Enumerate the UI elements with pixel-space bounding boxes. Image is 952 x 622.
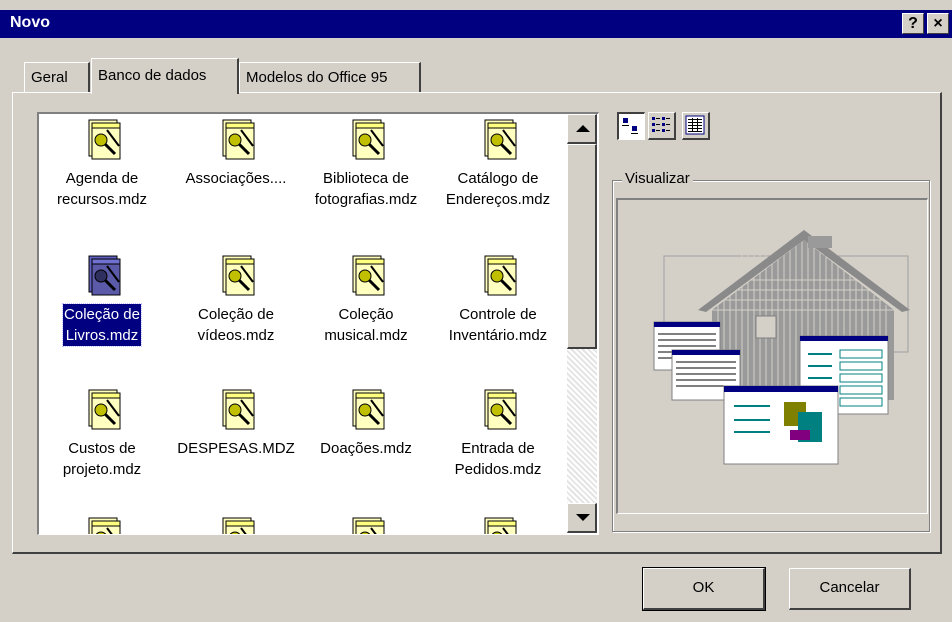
database-template-icon [484, 119, 517, 160]
details-view-button[interactable] [682, 112, 710, 140]
database-template-icon [88, 119, 121, 160]
template-item[interactable]: Associações.... [171, 116, 301, 189]
database-template-icon [88, 517, 121, 534]
database-template-icon [352, 119, 385, 160]
tab-modelos-office-95[interactable]: Modelos do Office 95 [239, 62, 421, 92]
template-item[interactable] [171, 514, 301, 534]
database-template-icon [88, 255, 121, 296]
dialog-window: Novo ? × Geral Banco de dados Modelos do… [0, 0, 952, 622]
scroll-up-button[interactable] [567, 114, 597, 144]
large-icons-view-button[interactable] [617, 112, 645, 140]
template-item-label-line: Pedidos.mdz [454, 461, 542, 478]
template-item-label-line: fotografias.mdz [314, 191, 418, 208]
template-item-label-line: Inventário.mdz [448, 327, 548, 344]
database-template-icon [222, 389, 255, 430]
template-item[interactable]: Custos de projeto.mdz [39, 386, 167, 480]
template-item[interactable]: Controle de Inventário.mdz [433, 252, 563, 346]
template-item[interactable]: Agenda de recursos.mdz [39, 116, 167, 210]
template-item-label-line: Doações.mdz [320, 440, 412, 457]
arrow-down-icon [576, 514, 590, 521]
template-item-label-line: Agenda de [65, 170, 139, 187]
database-template-icon [484, 255, 517, 296]
scroll-down-button[interactable] [567, 503, 597, 533]
template-item-label-line: Custos de [68, 440, 136, 457]
scroll-thumb[interactable] [567, 144, 597, 349]
database-template-icon [352, 517, 385, 534]
template-item-label-line: musical.mdz [324, 327, 408, 344]
template-item-label-line: Livros.mdz [65, 327, 139, 344]
arrow-up-icon [576, 125, 590, 132]
template-item-label-line: Coleção [338, 306, 394, 323]
template-item-label-line: Coleção de [64, 306, 140, 323]
template-item-label: Custos de projeto.mdz [62, 438, 142, 480]
template-item-label-line: Endereços.mdz [445, 191, 551, 208]
template-item[interactable]: DESPESAS.MDZ [171, 386, 301, 459]
database-template-icon [484, 389, 517, 430]
vertical-scrollbar[interactable] [567, 114, 597, 533]
template-item[interactable]: Doações.mdz [301, 386, 431, 459]
template-item[interactable]: Coleção de vídeos.mdz [171, 252, 301, 346]
template-item[interactable]: Biblioteca de fotografias.mdz [301, 116, 431, 210]
tab-banco-de-dados[interactable]: Banco de dados [91, 58, 239, 94]
template-item[interactable] [39, 514, 167, 534]
template-item[interactable]: Catálogo de Endereços.mdz [433, 116, 563, 210]
template-item[interactable]: Entrada de Pedidos.mdz [433, 386, 563, 480]
dialog-title: Novo [10, 14, 50, 31]
template-item-label-line: Controle de [459, 306, 537, 323]
template-item[interactable] [433, 514, 563, 534]
template-item-label: Coleção de Livros.mdz [62, 303, 142, 347]
database-template-icon [352, 389, 385, 430]
database-template-icon [222, 517, 255, 534]
template-item-label: Associações.... [185, 168, 288, 189]
template-item-label-line: recursos.mdz [56, 191, 148, 208]
template-item-label: Catálogo de Endereços.mdz [445, 168, 551, 210]
template-item-label-line: DESPESAS.MDZ [177, 440, 295, 457]
template-item-label-line: Catálogo de [457, 170, 539, 187]
template-item-label: Controle de Inventário.mdz [448, 304, 548, 346]
template-item-label: Doações.mdz [319, 438, 413, 459]
details-view-icon [685, 115, 705, 135]
template-item[interactable] [301, 514, 431, 534]
template-item-label-line: vídeos.mdz [197, 327, 275, 344]
template-item[interactable]: Coleção de Livros.mdz [39, 252, 167, 347]
close-button[interactable]: × [927, 13, 949, 34]
tab-geral[interactable]: Geral [24, 62, 90, 92]
database-template-icon [222, 119, 255, 160]
template-item-label-line: projeto.mdz [62, 461, 142, 478]
template-item-label: Coleção de vídeos.mdz [197, 304, 276, 346]
template-item-label: Entrada de Pedidos.mdz [454, 438, 543, 480]
template-item-label: Biblioteca de fotografias.mdz [314, 168, 419, 210]
cancel-button[interactable]: Cancelar [789, 568, 911, 610]
database-template-icon [222, 255, 255, 296]
template-item-label: Coleção musical.mdz [323, 304, 408, 346]
ok-button[interactable]: OK [642, 567, 766, 611]
list-view-button[interactable] [648, 112, 676, 140]
template-item-label-line: Coleção de [198, 306, 274, 323]
database-template-icon [88, 389, 121, 430]
list-view-icon [652, 117, 670, 132]
template-item[interactable]: Coleção musical.mdz [301, 252, 431, 346]
template-item-label: DESPESAS.MDZ [176, 438, 296, 459]
title-bar: Novo ? × [0, 10, 952, 38]
template-item-label-line: Associações.... [185, 170, 287, 187]
help-button[interactable]: ? [902, 13, 924, 34]
template-item-label-line: Biblioteca de [323, 170, 409, 187]
database-template-icon [484, 517, 517, 534]
database-preview-image [653, 230, 910, 465]
template-list[interactable]: Agenda de recursos.mdz Associações.... Bibl… [37, 112, 599, 535]
large-icons-view-icon [622, 118, 638, 134]
preview-label: Visualizar [622, 170, 693, 187]
template-item-label: Agenda de recursos.mdz [56, 168, 148, 210]
preview-area [616, 198, 928, 514]
database-template-icon [352, 255, 385, 296]
template-item-label-line: Entrada de [461, 440, 535, 457]
